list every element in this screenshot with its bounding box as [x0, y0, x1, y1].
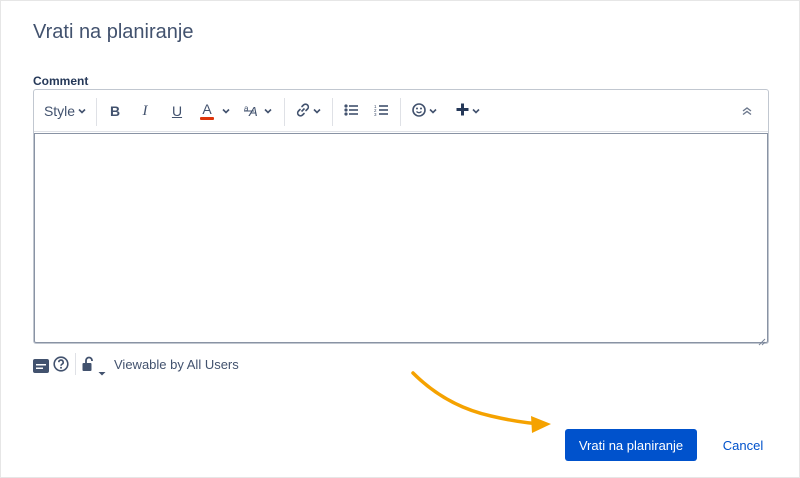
text-color-icon: A [200, 102, 214, 120]
submit-transition-button[interactable]: Vrati na planiranje [565, 429, 697, 461]
collapse-icon [742, 103, 752, 119]
unlock-icon [82, 356, 96, 372]
toolbar-divider [332, 98, 333, 126]
link-icon [295, 102, 311, 121]
numbered-list-button[interactable]: 123 [370, 100, 392, 122]
visibility-label: Viewable by All Users [114, 356, 239, 372]
comment-options-row: Viewable by All Users [33, 353, 239, 376]
collapse-toolbar-button[interactable] [736, 100, 758, 122]
resize-handle-icon[interactable] [758, 333, 766, 346]
annotation-arrow-icon [411, 371, 551, 433]
insert-more-button[interactable] [452, 100, 484, 122]
style-dropdown-label: Style [43, 103, 76, 119]
toolbar-divider [96, 98, 97, 126]
visibility-dropdown[interactable] [82, 356, 106, 376]
numbered-list-icon: 123 [374, 103, 388, 119]
svg-text:3: 3 [374, 112, 377, 116]
chevron-down-icon [78, 107, 86, 115]
comment-textarea[interactable] [34, 133, 768, 343]
editor-toolbar: Style B I U A aA 1 2 3 [34, 90, 768, 132]
chevron-down-icon [428, 107, 437, 115]
text-mode-toggle-icon[interactable] [33, 359, 49, 373]
text-effects-icon: aA [244, 103, 262, 120]
comment-editor: Style B I U A aA 1 2 3 [33, 89, 769, 346]
plus-icon [456, 103, 469, 119]
help-icon[interactable] [53, 356, 69, 372]
emoji-icon [411, 102, 426, 120]
toolbar-divider [400, 98, 401, 126]
bullet-list-icon [344, 103, 358, 119]
chevron-down-icon [472, 107, 480, 115]
comment-label: Comment [33, 74, 89, 88]
footer-divider [75, 353, 76, 375]
dialog-title: Vrati na planiranje [33, 21, 194, 43]
italic-button[interactable]: I [134, 100, 156, 122]
caret-down-icon [98, 364, 106, 376]
bold-button[interactable]: B [104, 100, 126, 122]
text-color-button[interactable]: A [197, 100, 233, 122]
link-button[interactable] [292, 100, 324, 122]
italic-icon: I [142, 102, 148, 119]
bullet-list-button[interactable] [340, 100, 362, 122]
cancel-button[interactable]: Cancel [713, 429, 773, 461]
text-effects-button[interactable]: aA [242, 100, 274, 122]
style-dropdown[interactable]: Style [44, 100, 86, 122]
chevron-down-icon [264, 107, 272, 115]
chevron-down-icon [222, 107, 230, 115]
chevron-down-icon [313, 107, 321, 115]
underline-icon: U [171, 103, 183, 119]
underline-button[interactable]: U [166, 100, 188, 122]
bold-icon: B [109, 103, 121, 119]
toolbar-divider [284, 98, 285, 126]
transition-dialog: Vrati na planiranje Comment Style B I U … [0, 0, 800, 478]
emoji-button[interactable] [408, 100, 440, 122]
